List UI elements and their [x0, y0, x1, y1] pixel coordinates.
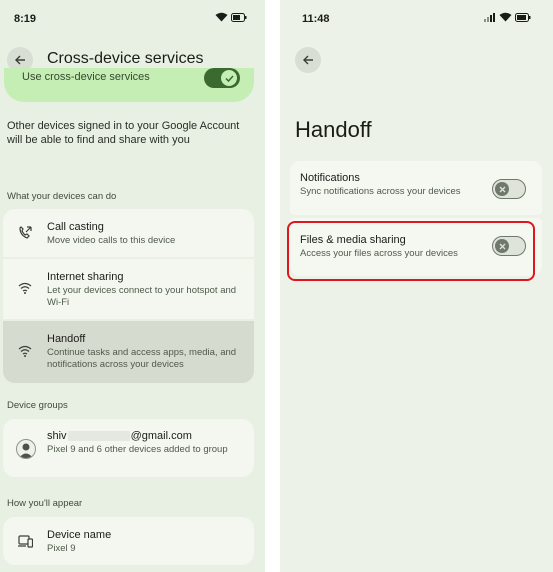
close-icon [499, 243, 505, 249]
setting-title: Notifications [300, 172, 360, 184]
list-item-handoff[interactable]: Handoff Continue tasks and access apps, … [3, 321, 254, 383]
status-time: 11:48 [302, 13, 330, 25]
setting-subtitle: Sync notifications across your devices [300, 186, 461, 197]
cross-device-toggle[interactable] [204, 68, 240, 88]
setting-title: Files & media sharing [300, 234, 406, 246]
wifi-status-icon [215, 12, 228, 22]
setting-subtitle: Access your files across your devices [300, 248, 458, 259]
devices-icon [16, 532, 34, 550]
capabilities-list: Call casting Move video calls to this de… [3, 209, 254, 383]
list-item-call-casting[interactable]: Call casting Move video calls to this de… [3, 209, 254, 259]
battery-icon [515, 12, 531, 22]
signal-icon [484, 12, 495, 22]
list-item-subtitle: Continue tasks and access apps, media, a… [47, 347, 237, 370]
email-prefix: shiv [47, 430, 67, 442]
status-bar: 11:48 [280, 10, 553, 28]
wifi-icon [16, 279, 34, 297]
notifications-toggle[interactable] [492, 179, 526, 199]
list-item-subtitle: Pixel 9 [47, 543, 76, 554]
status-time: 8:19 [14, 13, 37, 25]
section-header-appearance: How you'll appear [7, 498, 83, 509]
call-casting-icon [16, 224, 34, 242]
right-phone-screen: 11:48 Handoff Notifications Sync notific… [280, 0, 553, 572]
battery-icon [231, 12, 247, 22]
account-email: shiv @gmail.com [47, 430, 192, 442]
check-icon [224, 74, 234, 82]
device-groups-list: shiv @gmail.com Pixel 9 and 6 other devi… [3, 419, 254, 477]
arrow-back-icon [303, 55, 313, 65]
arrow-back-icon [15, 55, 25, 65]
description-text: Other devices signed in to your Google A… [7, 120, 240, 146]
wifi-icon [16, 342, 34, 360]
list-item-title: Internet sharing [47, 271, 124, 283]
list-item-title: Device name [47, 529, 112, 541]
status-bar: 8:19 [0, 10, 265, 28]
section-header-device-groups: Device groups [7, 400, 68, 411]
list-item-subtitle: Move video calls to this device [47, 235, 176, 246]
page-title: Handoff [295, 117, 372, 142]
email-suffix: @gmail.com [130, 430, 192, 442]
files-media-sharing-toggle[interactable] [492, 236, 526, 256]
list-item-internet-sharing[interactable]: Internet sharing Let your devices connec… [3, 259, 254, 321]
files-media-sharing-card[interactable]: Files & media sharing Access your files … [290, 218, 542, 276]
back-button[interactable] [295, 47, 321, 73]
avatar [16, 439, 36, 459]
page-title: Cross-device services [47, 50, 204, 67]
list-item-subtitle: Pixel 9 and 6 other devices added to gro… [47, 444, 228, 455]
list-item-title: Call casting [47, 221, 104, 233]
left-phone-screen: 8:19 Cross-device services Use cross-dev… [0, 0, 265, 572]
wifi-status-icon [499, 12, 512, 22]
appearance-list: Device name Pixel 9 [3, 517, 254, 565]
redacted-block [67, 431, 130, 441]
list-item-device-name[interactable]: Device name Pixel 9 [3, 517, 254, 565]
list-item-title: Handoff [47, 333, 86, 345]
section-header-capabilities: What your devices can do [7, 191, 117, 202]
toggle-label: Use cross-device services [22, 71, 150, 83]
notifications-card[interactable]: Notifications Sync notifications across … [290, 161, 542, 215]
list-item-subtitle: Let your devices connect to your hotspot… [47, 285, 237, 308]
close-icon [499, 186, 505, 192]
list-item-device-group[interactable]: shiv @gmail.com Pixel 9 and 6 other devi… [3, 419, 254, 477]
cross-device-toggle-card[interactable]: Use cross-device services [4, 68, 254, 102]
